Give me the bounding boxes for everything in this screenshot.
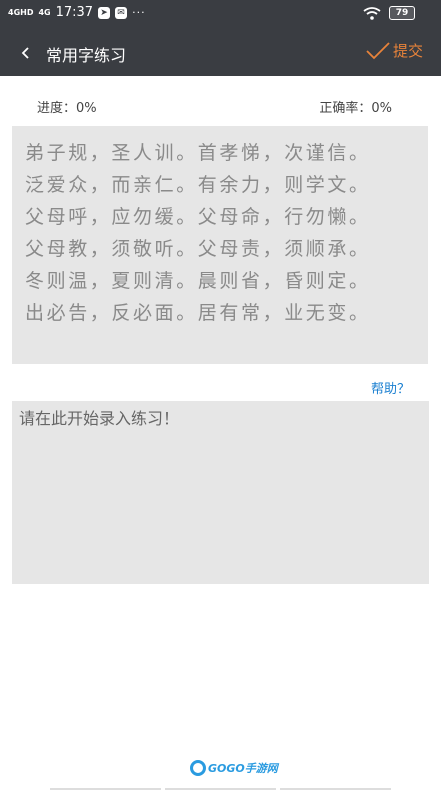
checkmark-icon bbox=[366, 41, 390, 59]
wifi-icon bbox=[363, 6, 381, 20]
app-header: 常用字练习 提交 bbox=[0, 30, 441, 76]
bottom-divider bbox=[50, 788, 391, 790]
page-title: 常用字练习 bbox=[46, 46, 127, 65]
divider-segment bbox=[165, 788, 276, 790]
network-type-bottom: 4G bbox=[38, 7, 51, 17]
status-bar: 4GHD 4G 17:37 ➤ ✉ ··· 79 bbox=[0, 0, 441, 30]
more-notifications: ··· bbox=[132, 6, 146, 19]
navigation-icon: ➤ bbox=[98, 6, 111, 19]
practice-line: 泛爱众，而亲仁。有余力，则学文。 bbox=[25, 174, 371, 196]
submit-button[interactable]: 提交 bbox=[365, 40, 423, 61]
practice-line: 父母呼，应勿缓。父母命，行勿懒。 bbox=[25, 206, 371, 228]
submit-label: 提交 bbox=[392, 42, 423, 60]
practice-line: 出必告，反必面。居有常，业无变。 bbox=[25, 302, 371, 324]
back-button[interactable] bbox=[14, 38, 44, 68]
divider-segment bbox=[280, 788, 391, 790]
status-right: 79 bbox=[363, 6, 415, 20]
practice-line: 弟子规，圣人训。首孝悌，次谨信。 bbox=[25, 142, 371, 164]
watermark-logo: GOGO手游网 bbox=[190, 760, 278, 776]
progress-row: 进度：0% 正确率：0% bbox=[0, 97, 441, 117]
mail-icon: ✉ bbox=[115, 6, 128, 19]
watermark-text: GOGO手游网 bbox=[208, 762, 278, 775]
divider-segment bbox=[50, 788, 161, 790]
clock: 17:37 bbox=[55, 5, 94, 20]
logo-circle-icon bbox=[190, 760, 206, 776]
signal-indicator: 4GHD bbox=[8, 7, 34, 17]
progress-label: 进度：0% bbox=[37, 101, 97, 116]
network-type-top: 4GHD bbox=[8, 7, 34, 17]
status-left: 4GHD 4G 17:37 ➤ ✉ ··· bbox=[8, 5, 146, 20]
accuracy-label: 正确率：0% bbox=[319, 101, 392, 116]
chevron-left-icon bbox=[21, 47, 29, 59]
battery-indicator: 79 bbox=[389, 6, 415, 20]
help-link[interactable]: 帮助？ bbox=[371, 378, 410, 397]
practice-line: 父母教，须敬听。父母责，须顺承。 bbox=[25, 238, 371, 260]
practice-input[interactable] bbox=[12, 401, 429, 584]
practice-text-panel: 弟子规，圣人训。首孝悌，次谨信。 泛爱众，而亲仁。有余力，则学文。 父母呼，应勿… bbox=[12, 126, 428, 364]
practice-line: 冬则温，夏则清。晨则省，昏则定。 bbox=[25, 270, 371, 292]
